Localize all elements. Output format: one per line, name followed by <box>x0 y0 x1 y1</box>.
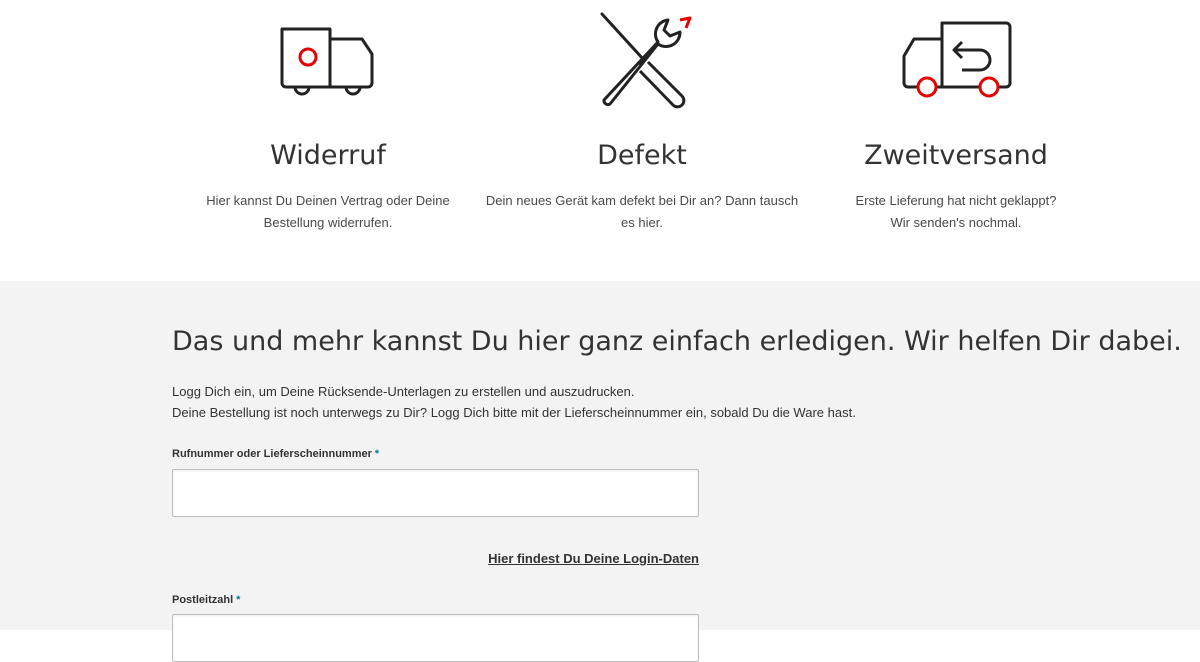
feature-title: Defekt <box>597 140 687 171</box>
login-section: Das und mehr kannst Du hier ganz einfach… <box>0 281 1200 662</box>
postal-code-label: Postleitzahl * <box>172 594 241 606</box>
intro-line: Deine Bestellung ist noch unterwegs zu D… <box>172 405 856 420</box>
section-headline: Das und mehr kannst Du hier ganz einfach… <box>172 326 1182 357</box>
intro-line: Logg Dich ein, um Deine Rücksende-Unterl… <box>172 384 635 399</box>
login-data-help-link[interactable]: Hier findest Du Deine Login-Daten <box>172 551 699 566</box>
return-truck-icon <box>796 12 1116 112</box>
feature-description: Hier kannst Du Deinen Vertrag oder Deine… <box>206 193 450 230</box>
postal-code-input[interactable] <box>172 614 699 662</box>
feature-title: Widerruf <box>270 140 386 171</box>
wrench-screwdriver-icon <box>482 2 802 109</box>
feature-title: Zweitversand <box>864 140 1048 171</box>
truck-icon <box>168 12 488 112</box>
feature-description: Dein neues Gerät kam defekt bei Dir an? … <box>485 193 799 230</box>
intro-text: Logg Dich ein, um Deine Rücksende-Unterl… <box>172 381 856 423</box>
feature-description: Erste Lieferung hat nicht geklappt? Wir … <box>855 193 1057 230</box>
phone-or-delivery-number-input[interactable] <box>172 469 699 517</box>
phone-or-delivery-number-label: Rufnummer oder Lieferscheinnummer * <box>172 448 380 460</box>
feature-section: Widerruf Hier kannst Du Deinen Vertrag o… <box>0 0 1200 281</box>
